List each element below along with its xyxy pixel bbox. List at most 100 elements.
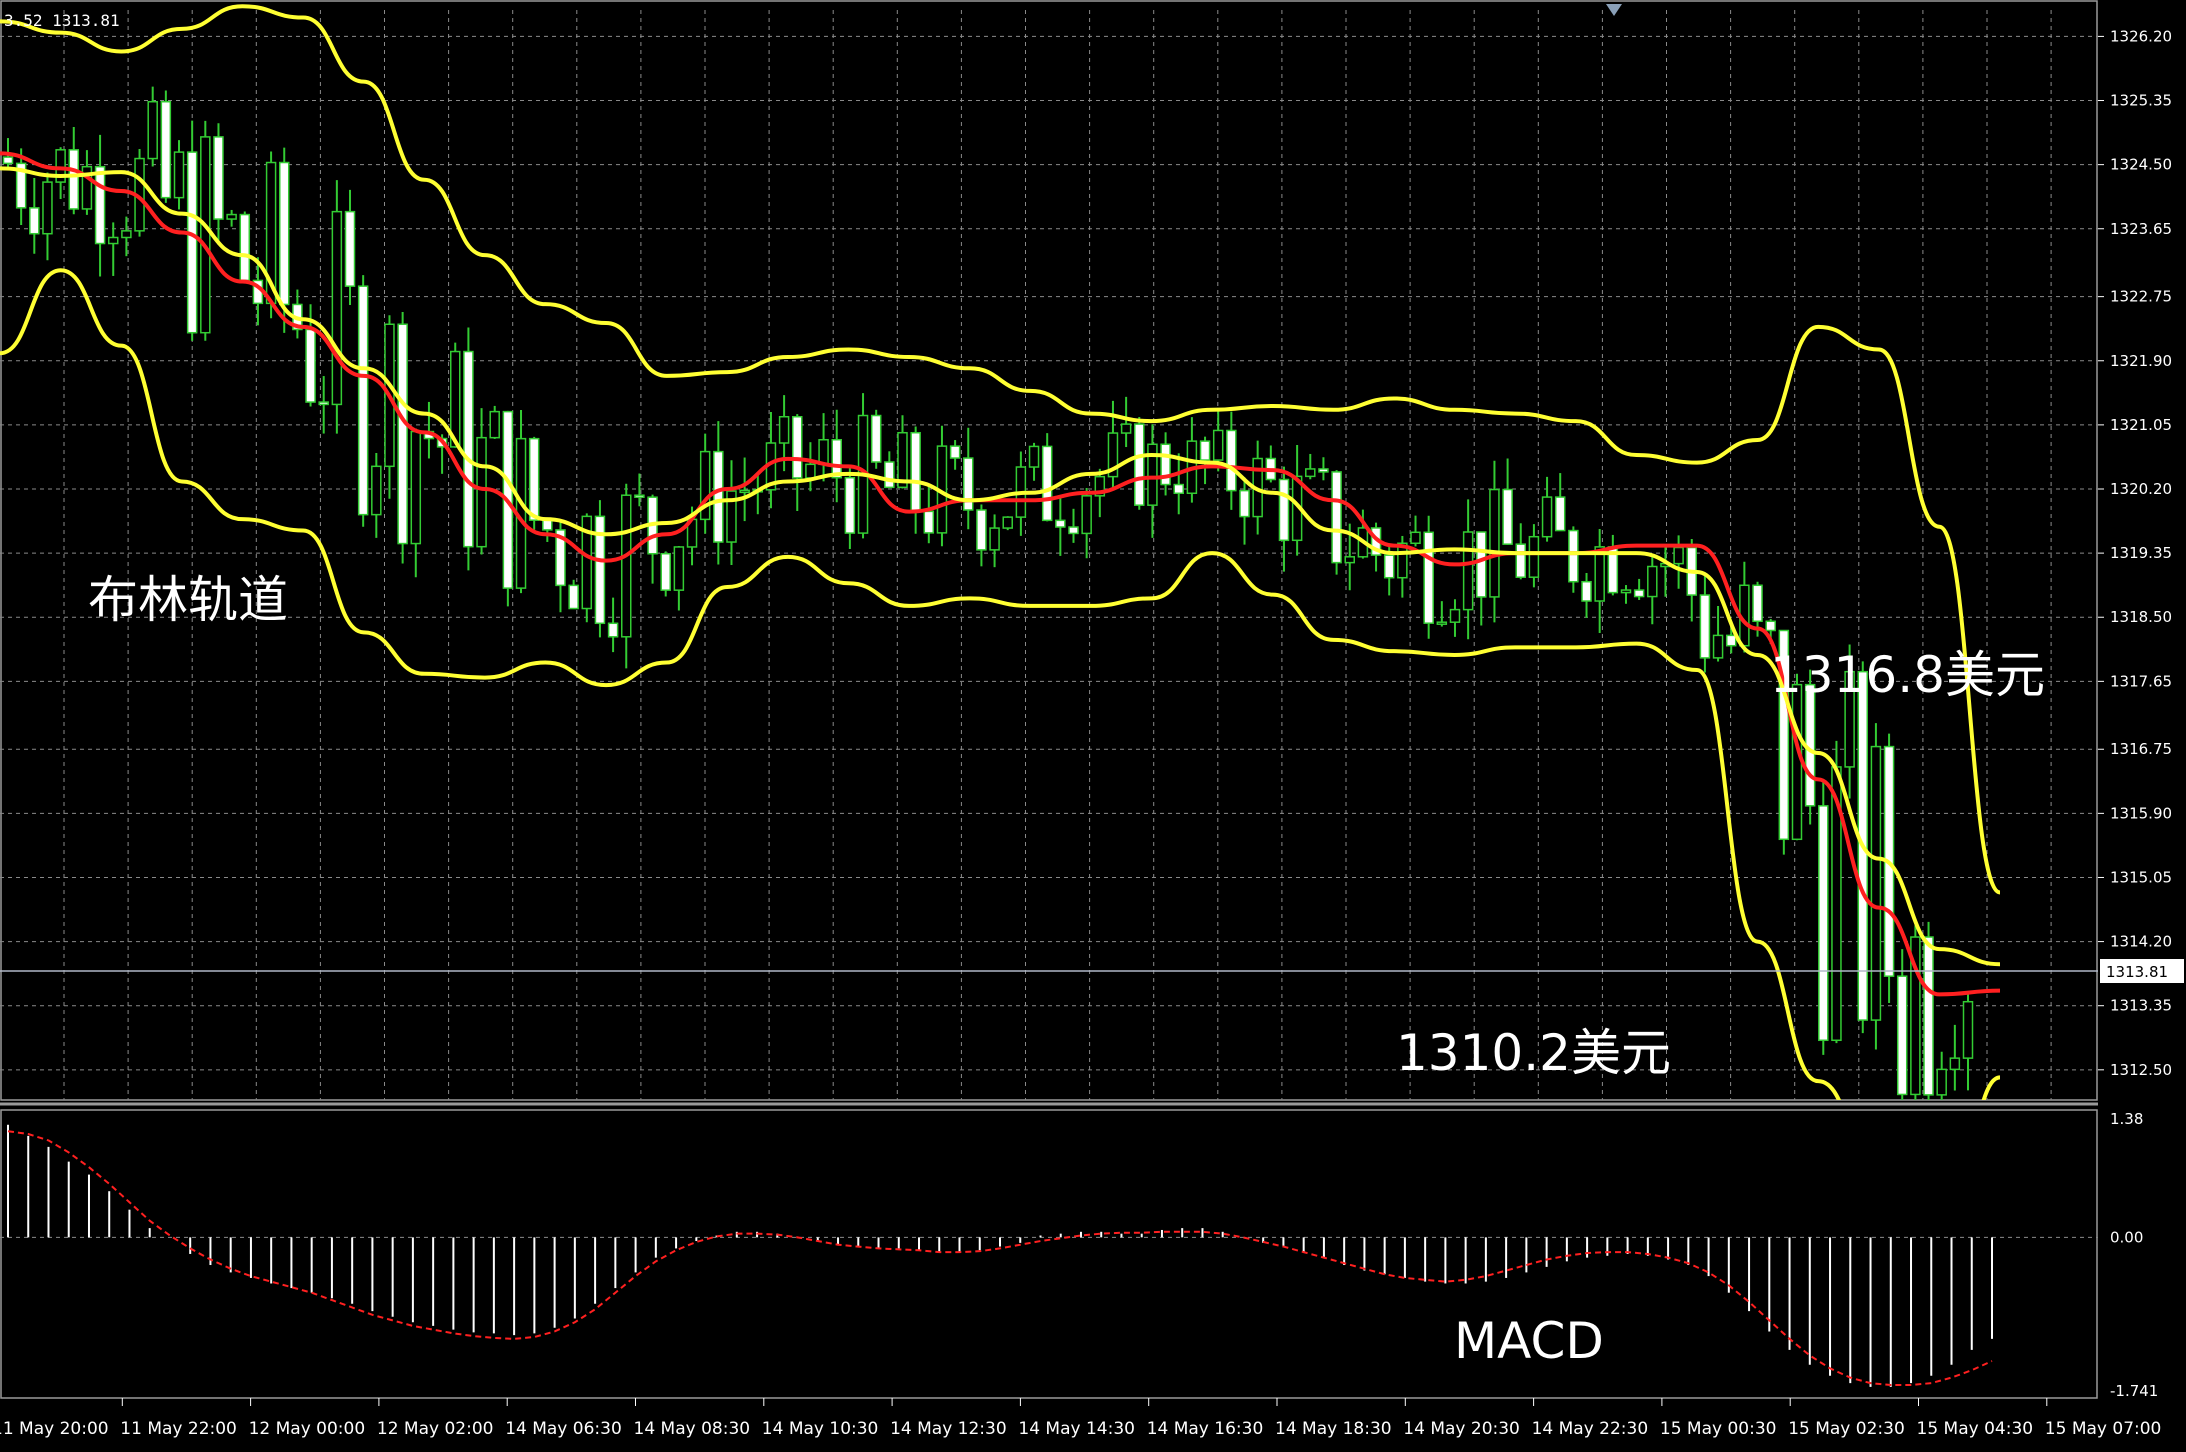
candle-down (1633, 589, 1645, 598)
candle-up (226, 213, 237, 220)
candle-up (1212, 429, 1224, 461)
candle-up (1647, 565, 1658, 598)
candle-down (1134, 423, 1145, 506)
candle-up (1081, 495, 1092, 535)
candle-down (2, 156, 14, 165)
candle-down (213, 136, 224, 220)
y-tick-label: 1322.75 (2110, 288, 2172, 306)
trading-chart: 1326.20 1325.35 1324.50 1323.65 1322.75 1321.… (0, 0, 2184, 1439)
candle-down (1239, 489, 1250, 518)
current-price-value: 1313.81 (2106, 963, 2168, 981)
chart-stage: 1326.20 1325.35 1324.50 1323.65 1322.75 1321.… (0, 0, 2186, 1452)
x-tick-label: 14 May 08:30 (634, 1419, 751, 1439)
price-panel-frame (0, 0, 2098, 1101)
candle-up (1673, 546, 1684, 565)
y-tick-label: 1321.05 (2110, 416, 2172, 434)
x-tick-label: 15 May 00:30 (1660, 1419, 1777, 1439)
candle-down (463, 350, 474, 548)
candle-down (542, 519, 553, 531)
candle-up (1949, 1057, 1961, 1071)
candle-down (29, 207, 40, 235)
candle-up (1344, 556, 1355, 564)
x-tick-label: 14 May 20:30 (1403, 1419, 1520, 1439)
candle-up (1489, 488, 1500, 598)
y-tick-label: 1323.65 (2110, 220, 2172, 238)
macd-panel-frame (0, 1109, 2098, 1399)
y-tick-label: 1324.50 (2110, 156, 2172, 174)
candle-up (371, 465, 382, 516)
candle-down (186, 151, 198, 334)
candle-down (1423, 531, 1434, 624)
candle-up (1870, 745, 1882, 1021)
candle-up (331, 210, 343, 406)
bollinger-upper-line (0, 4, 2001, 895)
candle-up (1002, 516, 1013, 529)
candle-down (976, 509, 987, 551)
candle-up (200, 136, 211, 334)
candle-down (1055, 519, 1066, 528)
y-tick-label: 1315.90 (2110, 804, 2172, 822)
candle-down (949, 445, 961, 459)
x-tick-label: 14 May 10:30 (762, 1419, 879, 1439)
candle-down (1041, 445, 1053, 522)
candle-up (1410, 531, 1421, 545)
current-price-marker: 1313.81 (0, 959, 2184, 984)
candle-down (1278, 478, 1290, 542)
candle-down (1502, 488, 1513, 545)
y-tick-label: 1313.35 (2110, 997, 2172, 1015)
candle-down (831, 438, 842, 479)
x-tick-label: 14 May 16:30 (1147, 1419, 1264, 1439)
candle-up (410, 430, 422, 545)
macd-label: MACD (1454, 1312, 1604, 1370)
candle-down (1173, 483, 1184, 495)
x-tick-label: 15 May 04:30 (1917, 1419, 2034, 1439)
candle-up (489, 410, 500, 439)
candle-up (673, 546, 685, 591)
candle-down (1752, 584, 1763, 623)
bollinger-inner-line (0, 166, 2001, 967)
candle-down (1068, 526, 1079, 535)
y-tick-label: 1326.20 (2110, 27, 2172, 45)
candle-down (1896, 975, 1908, 1096)
candle-down (1699, 594, 1711, 659)
candle-down (1515, 543, 1527, 578)
header-quote: 3.52 1313.81 (4, 11, 120, 30)
candle-down (634, 494, 645, 498)
macd-y-tick-label: 1.38 (2110, 1110, 2143, 1128)
candle-down (568, 584, 579, 610)
candle-up (1962, 1000, 1974, 1059)
candle-up (147, 100, 158, 160)
x-tick-label: 11 May 20:00 (0, 1419, 109, 1439)
candle-down (1725, 634, 1737, 647)
candle-down (1765, 620, 1776, 632)
y-tick-label: 1318.50 (2110, 608, 2172, 626)
candle-up (989, 527, 1000, 551)
lower-price-label: 1310.2美元 (1396, 1024, 1671, 1082)
macd-signal-line (7, 1130, 1993, 1386)
candle-up (173, 151, 185, 199)
candle-down (1581, 580, 1592, 602)
x-tick-label: 15 May 02:30 (1788, 1419, 1905, 1439)
y-tick-label: 1320.20 (2110, 480, 2172, 498)
upper-price-label: 1316.8美元 (1770, 646, 2045, 704)
candle-up (107, 236, 119, 245)
y-tick-label: 1314.20 (2110, 933, 2172, 951)
x-tick-label: 14 May 18:30 (1275, 1419, 1392, 1439)
x-tick-label: 12 May 02:00 (377, 1419, 494, 1439)
candle-down (884, 461, 895, 489)
x-tick-label: 14 May 12:30 (890, 1419, 1007, 1439)
scroll-marker-icon[interactable] (1606, 4, 1622, 16)
candle-up (1936, 1068, 1947, 1096)
candle-up (1436, 621, 1448, 625)
candle-down (160, 100, 172, 199)
candle-down (1818, 805, 1829, 1042)
candle-up (778, 415, 790, 444)
candle-down (344, 210, 356, 287)
candle-down (1923, 936, 1934, 1096)
candle-up (1528, 535, 1540, 578)
candle-down (1568, 529, 1579, 583)
candle-up (739, 489, 750, 494)
candle-down (844, 476, 856, 534)
candle-up (1449, 608, 1461, 623)
candle-down (1226, 429, 1237, 492)
